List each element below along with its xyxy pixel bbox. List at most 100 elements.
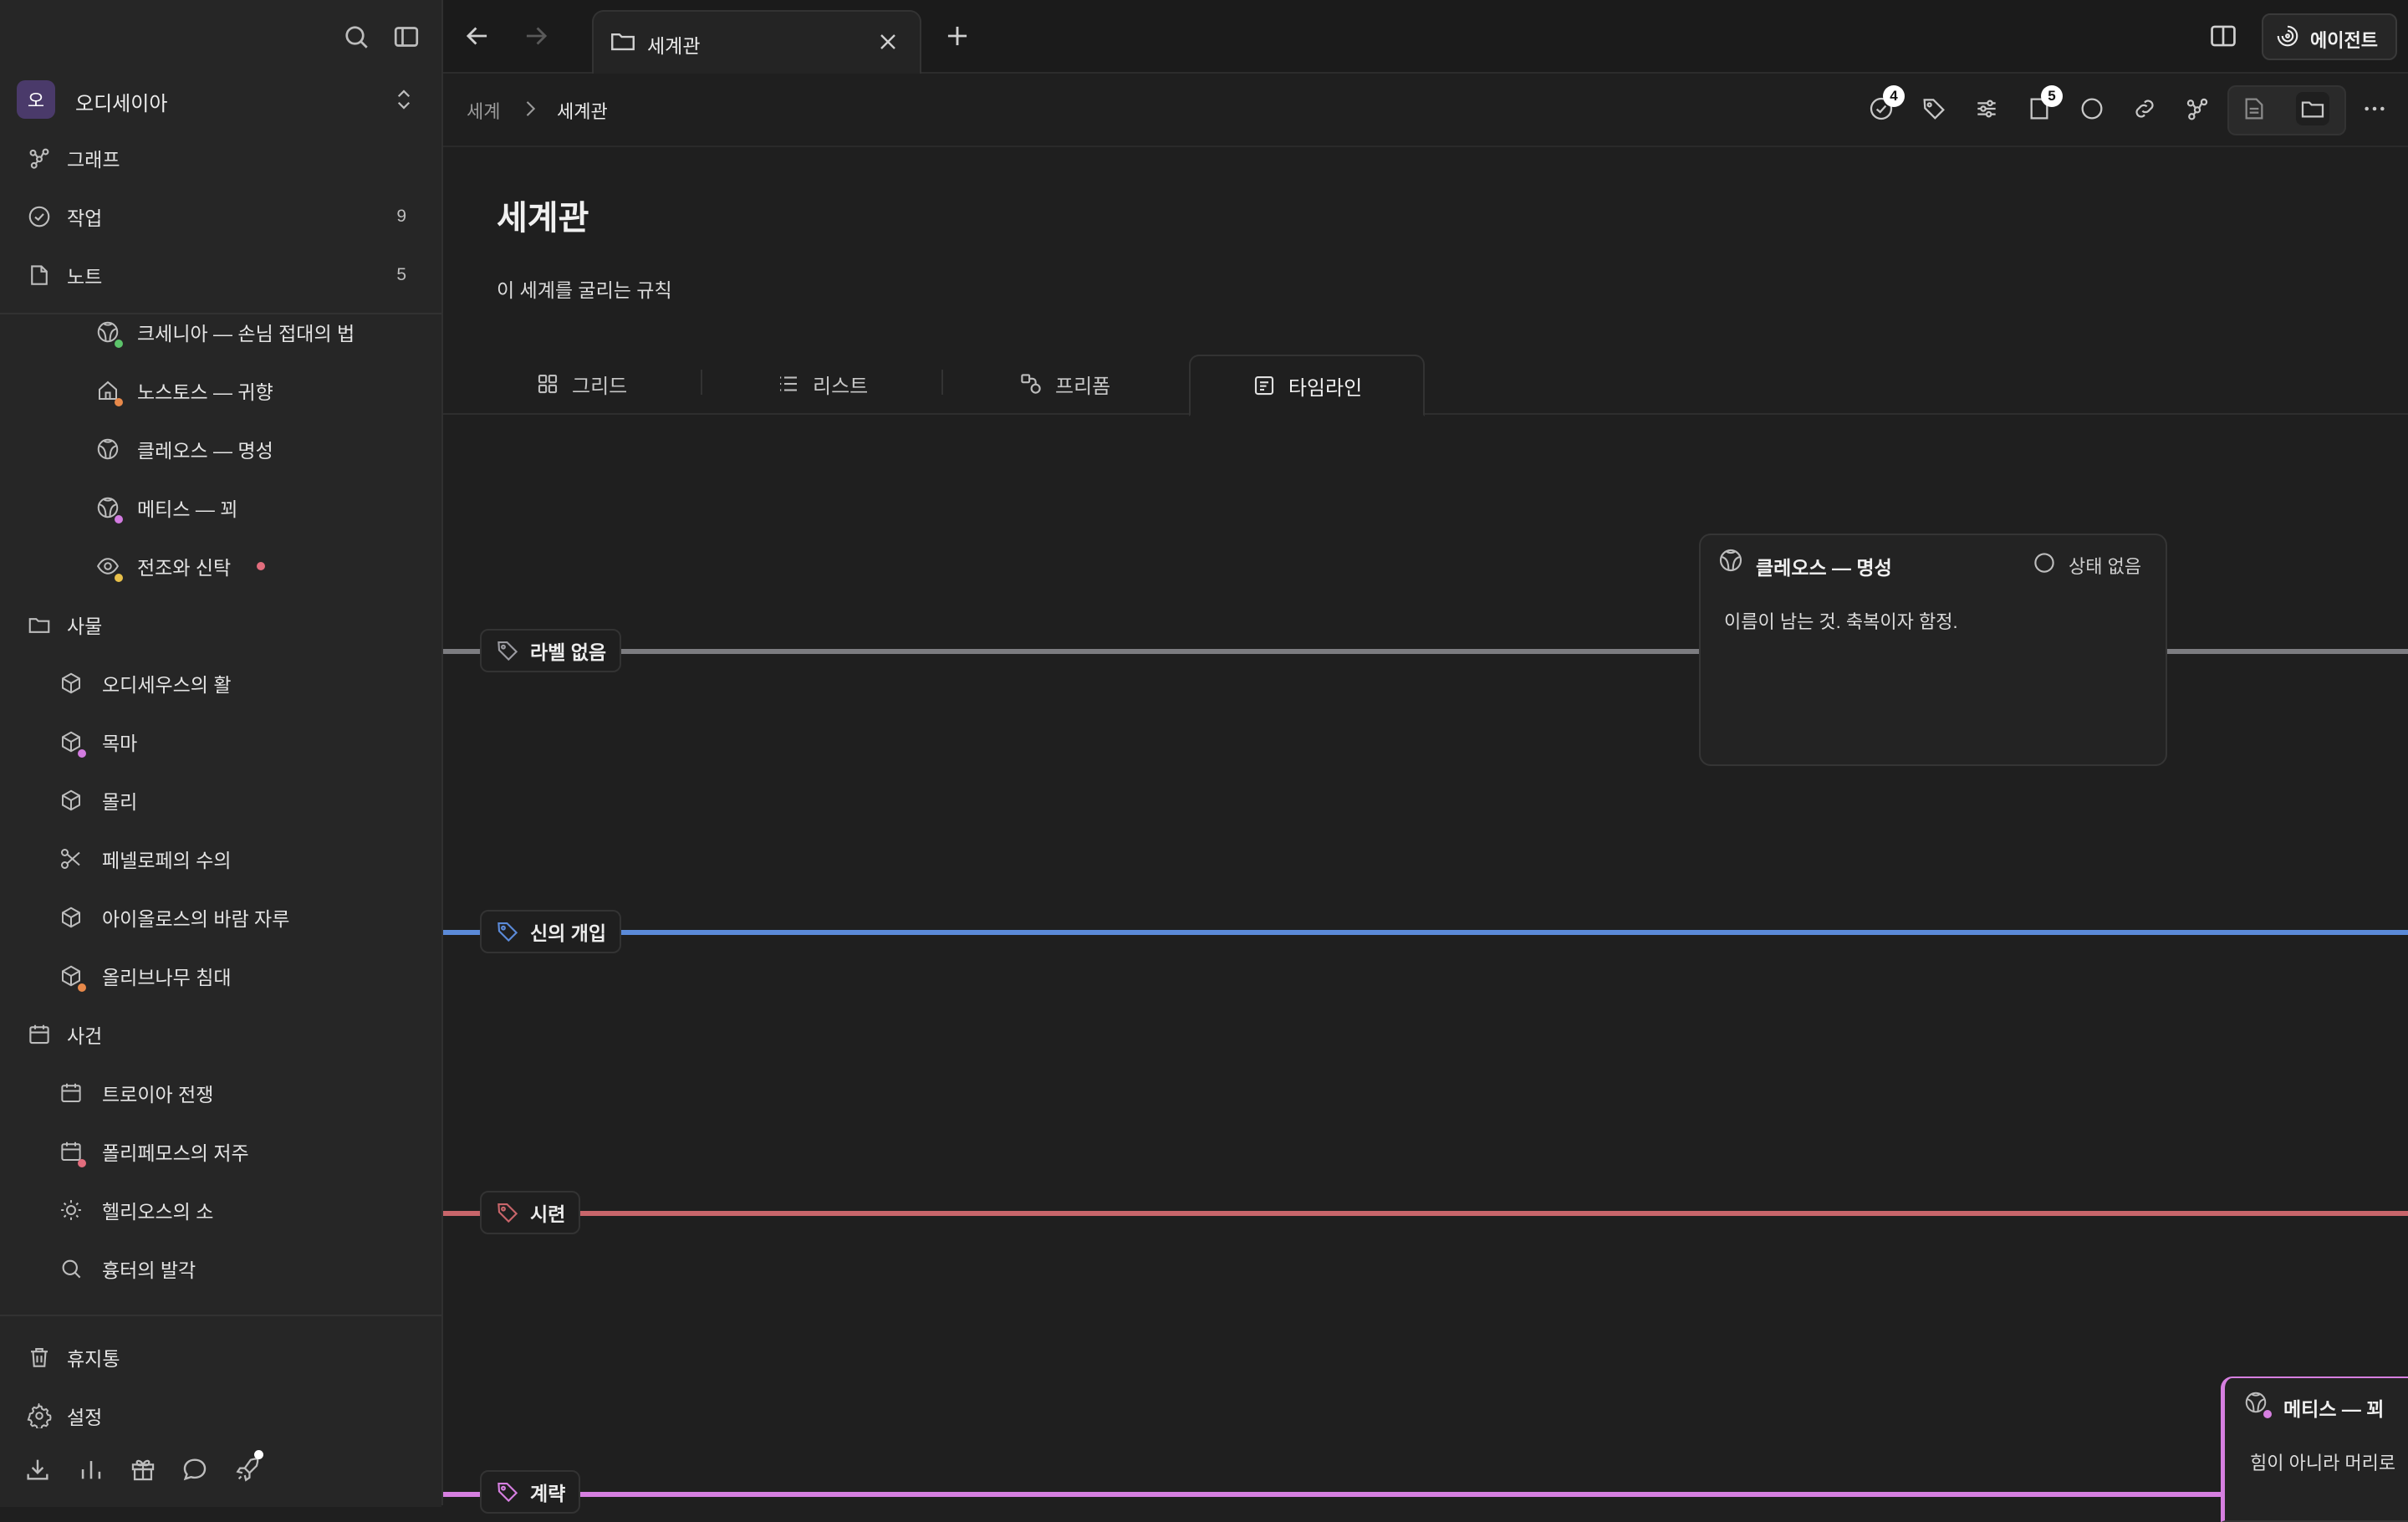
pages-badge: 5: [2041, 85, 2063, 107]
forward-arrow-icon[interactable]: [520, 20, 552, 52]
sidebar-item-tasks[interactable]: 작업 9: [0, 187, 441, 246]
sidebar-item-bow[interactable]: 오디세우스의 활: [0, 654, 441, 712]
status-dot: [78, 749, 86, 758]
sidebar-item-xenia[interactable]: 크세니아 — 손님 접대의 법: [0, 303, 441, 361]
tab-list[interactable]: 리스트: [776, 355, 868, 413]
sidebar: 오 오디세이아 그래프 작업 9 노트 5 크세니아 — 손님 접대의 법 노스…: [0, 0, 443, 1507]
breadcrumb-parent[interactable]: 세계: [467, 97, 500, 124]
note-count: 5: [396, 265, 406, 284]
lane-label-text: 시련: [530, 1203, 566, 1225]
sidebar-item-trash[interactable]: 휴지통: [0, 1328, 441, 1387]
sidebar-item-omens[interactable]: 전조와 신탁: [0, 537, 441, 595]
sidebar-item-horse[interactable]: 목마: [0, 712, 441, 771]
sidebar-group-events[interactable]: 사건: [0, 1005, 441, 1064]
status-circle-icon[interactable]: [2075, 92, 2109, 125]
pages-icon[interactable]: 5: [2023, 85, 2063, 125]
view-tabs-underline: [443, 413, 2408, 415]
sidebar-toggle-icon[interactable]: [391, 22, 421, 52]
page-header: 세계 세계관 4 5: [443, 74, 2408, 147]
lane-label-trial[interactable]: 시련: [480, 1191, 581, 1234]
task-count: 9: [396, 207, 406, 226]
status-dot: [115, 515, 123, 524]
rocket-icon[interactable]: [234, 1450, 263, 1484]
sidebar-item-helios-cattle[interactable]: 헬리오스의 소: [0, 1181, 441, 1239]
stats-icon[interactable]: [77, 1455, 105, 1484]
sidebar-item-trojan-war[interactable]: 트로이아 전쟁: [0, 1064, 441, 1122]
link-icon[interactable]: [2128, 92, 2161, 125]
timeline-card-kleos[interactable]: 클레오스 — 명성 상태 없음 이름이 남는 것. 축복이자 함정.: [1699, 534, 2167, 766]
sidebar-item-label: 메티스 — 꾀: [137, 498, 238, 520]
tab-label: 프리폼: [1055, 375, 1111, 398]
sidebar-group-things[interactable]: 사물: [0, 595, 441, 654]
concept-icon: [94, 435, 122, 463]
tab-grid[interactable]: 그리드: [535, 355, 627, 413]
card-body: 힘이 아니라 머리로: [2250, 1453, 2396, 1473]
graph-icon[interactable]: [2181, 92, 2214, 125]
workspace-switcher[interactable]: 오 오디세이아: [17, 79, 418, 120]
sidebar-item-label: 폴리페모스의 저주: [102, 1142, 249, 1164]
sidebar-item-metis[interactable]: 메티스 — 꾀: [0, 478, 441, 537]
sidebar-item-shroud[interactable]: 페넬로페의 수의: [0, 830, 441, 888]
sidebar-item-label: 올리브나무 침대: [102, 967, 232, 988]
sidebar-item-label: 오디세우스의 활: [102, 674, 232, 696]
tag-icon[interactable]: [1917, 92, 1951, 125]
status-circle-icon[interactable]: [2032, 550, 2057, 575]
timeline-card-metis[interactable]: 메티스 — 꾀 힘이 아니라 머리로: [2221, 1376, 2408, 1522]
search-icon[interactable]: [341, 22, 371, 52]
lane-label-scheme[interactable]: 계략: [480, 1470, 581, 1514]
chevron-right-icon: [518, 97, 542, 120]
page-description[interactable]: 이 세계를 굴리는 규칙: [497, 274, 672, 303]
document-view-icon[interactable]: [2237, 92, 2271, 125]
search-icon: [57, 1254, 85, 1283]
new-tab-icon[interactable]: [941, 20, 973, 52]
status-dot: [78, 983, 86, 992]
gift-icon[interactable]: [129, 1455, 157, 1484]
sidebar-item-notes[interactable]: 노트 5: [0, 246, 441, 304]
card-title: 메티스 — 꾀: [2283, 1398, 2385, 1420]
tab-freeform[interactable]: 프리폼: [1018, 355, 1110, 413]
sidebar-item-graph[interactable]: 그래프: [0, 129, 441, 187]
sidebar-item-wind-bag[interactable]: 아이올로스의 바람 자루: [0, 888, 441, 947]
split-view-icon[interactable]: [2207, 20, 2239, 52]
sidebar-item-nostos[interactable]: 노스토스 — 귀향: [0, 361, 441, 420]
lane-label-divine[interactable]: 신의 개입: [480, 910, 622, 953]
cube-icon: [57, 786, 85, 815]
tab-timeline[interactable]: 타임라인: [1189, 355, 1425, 416]
sun-icon: [57, 1196, 85, 1224]
unread-dot: [257, 562, 265, 570]
tasks-icon[interactable]: 4: [1865, 85, 1905, 125]
sidebar-item-olive-bed[interactable]: 올리브나무 침대: [0, 947, 441, 1005]
card-body: 이름이 남는 것. 축복이자 함정.: [1724, 611, 1958, 632]
download-icon[interactable]: [23, 1455, 52, 1484]
sidebar-item-label: 목마: [102, 733, 138, 754]
folder-view-icon[interactable]: [2296, 92, 2329, 125]
more-icon[interactable]: [2358, 92, 2391, 125]
status-dot: [78, 1159, 86, 1167]
agent-button[interactable]: 에이전트: [2262, 13, 2397, 60]
sidebar-group-label: 사건: [67, 1025, 103, 1047]
sidebar-item-kleos[interactable]: 클레오스 — 명성: [0, 420, 441, 478]
tab-worldbuilding[interactable]: 세계관: [592, 10, 921, 74]
sidebar-item-label: 설정: [67, 1407, 103, 1428]
folder-icon: [25, 610, 54, 639]
sidebar-item-moly[interactable]: 몰리: [0, 771, 441, 830]
sidebar-item-settings[interactable]: 설정: [0, 1387, 441, 1445]
card-title: 클레오스 — 명성: [1756, 557, 1892, 579]
tab-label: 타임라인: [1288, 376, 1363, 400]
card-status[interactable]: 상태 없음: [2069, 552, 2141, 579]
tag-icon: [497, 1203, 518, 1223]
chat-icon[interactable]: [181, 1455, 209, 1484]
tab-label: 그리드: [572, 375, 628, 398]
close-icon[interactable]: [875, 28, 901, 55]
back-arrow-icon[interactable]: [462, 20, 493, 52]
tag-icon: [497, 922, 518, 942]
folder-icon: [609, 27, 637, 55]
workspace-avatar: 오: [17, 80, 55, 119]
sidebar-item-polyphemus[interactable]: 폴리페모스의 저주: [0, 1122, 441, 1181]
lane-label-unlabeled[interactable]: 라벨 없음: [480, 629, 622, 672]
list-icon: [780, 376, 797, 391]
tab-separator: [941, 370, 943, 395]
sliders-icon[interactable]: [1970, 92, 2003, 125]
sidebar-item-label: 그래프: [67, 149, 120, 171]
sidebar-item-scar[interactable]: 흉터의 발각: [0, 1239, 441, 1298]
